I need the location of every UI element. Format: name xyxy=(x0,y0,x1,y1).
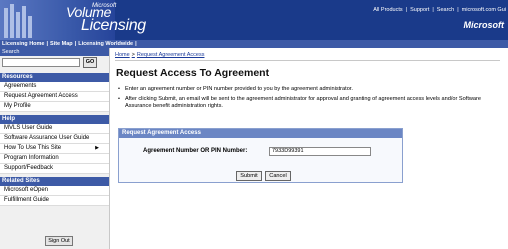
nav-licensing-worldwide[interactable]: Licensing Worldwide xyxy=(78,41,133,47)
page-title: Request Access To Agreement xyxy=(116,67,270,79)
request-access-form: Request Agreement Access Agreement Numbe… xyxy=(118,128,403,183)
logo-licensing-text: Licensing xyxy=(81,17,146,34)
search-input[interactable] xyxy=(2,58,80,67)
sidebar-item-how-to-use-label: How To Use This Site xyxy=(4,145,62,151)
logo-bars-graphic xyxy=(4,4,36,38)
sidebar-section-related-sites: Related Sites xyxy=(0,177,109,186)
sidebar-item-sa-user-guide[interactable]: Software Assurance User Guide xyxy=(0,134,109,144)
link-search[interactable]: Search xyxy=(437,7,454,13)
header-banner: Microsoft Volume Licensing All Products |… xyxy=(0,0,508,40)
nav-site-map[interactable]: Site Map xyxy=(50,41,73,47)
microsoft-brand-logo[interactable]: Microsoft xyxy=(464,20,505,30)
cancel-button[interactable]: Cancel xyxy=(265,171,291,181)
submit-button[interactable]: Submit xyxy=(236,171,262,181)
link-microsoft-com-guide[interactable]: microsoft.com Gui xyxy=(462,7,506,13)
sidebar-item-agreements[interactable]: Agreements xyxy=(0,82,109,92)
sidebar-section-help: Help xyxy=(0,115,109,124)
sidebar-item-how-to-use[interactable]: How To Use This Site ▶ xyxy=(0,144,109,154)
breadcrumb: Home > Request Agreement Access xyxy=(115,52,205,58)
agreement-number-input[interactable]: 7933D99391 xyxy=(269,147,371,156)
breadcrumb-home[interactable]: Home xyxy=(115,52,130,58)
search-area: GO xyxy=(0,56,109,70)
instruction-item: Enter an agreement number or PIN number … xyxy=(117,86,507,93)
sign-out-button[interactable]: Sign Out xyxy=(45,236,73,246)
sidebar: Search GO Resources Agreements Request A… xyxy=(0,48,110,249)
sidebar-item-program-information[interactable]: Program Information xyxy=(0,154,109,164)
instructions-list: Enter an agreement number or PIN number … xyxy=(117,86,507,113)
sidebar-section-resources: Resources xyxy=(0,73,109,82)
breadcrumb-divider xyxy=(115,60,500,61)
form-heading: Request Agreement Access xyxy=(119,129,402,138)
search-label: Search xyxy=(0,48,109,56)
top-links: All Products | Support | Search | microsoft.co… xyxy=(373,7,506,13)
sidebar-item-request-agreement-access[interactable]: Request Agreement Access xyxy=(0,92,109,102)
breadcrumb-current[interactable]: Request Agreement Access xyxy=(137,52,205,58)
arrow-right-icon: ▶ xyxy=(95,145,99,151)
agreement-number-label: Agreement Number OR PIN Number: xyxy=(143,148,248,154)
sidebar-item-support-feedback[interactable]: Support/Feedback xyxy=(0,164,109,174)
link-all-products[interactable]: All Products xyxy=(373,7,402,13)
sidebar-item-mvls-user-guide[interactable]: MVLS User Guide xyxy=(0,124,109,134)
search-go-button[interactable]: GO xyxy=(83,57,97,68)
top-nav-bar: Licensing Home | Site Map | Licensing Worldw… xyxy=(0,40,508,48)
sidebar-item-microsoft-eopen[interactable]: Microsoft eOpen xyxy=(0,186,109,196)
instruction-item: After clicking Submit, an email will be … xyxy=(117,96,507,110)
link-support[interactable]: Support xyxy=(410,7,429,13)
main-content: Home > Request Agreement Access Request Ac… xyxy=(111,48,508,249)
sidebar-item-my-profile[interactable]: My Profile xyxy=(0,102,109,112)
nav-licensing-home[interactable]: Licensing Home xyxy=(2,41,44,47)
sidebar-item-fulfillment-guide[interactable]: Fulfillment Guide xyxy=(0,196,109,206)
